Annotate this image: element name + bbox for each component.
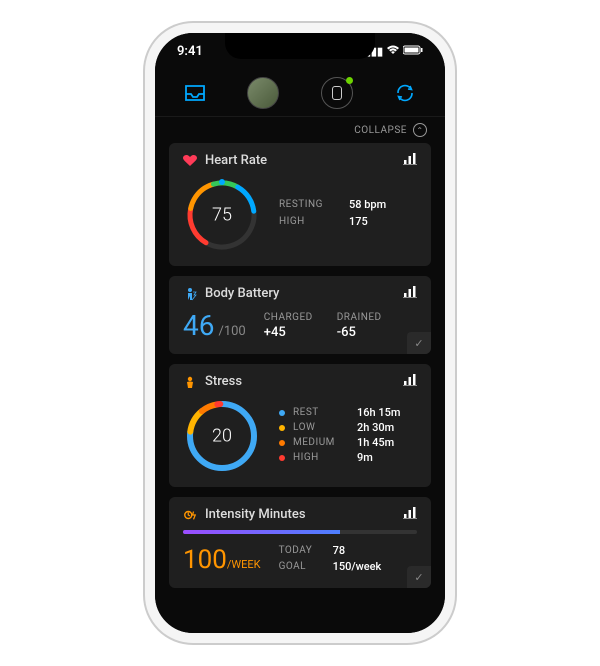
- intensity-icon: [183, 508, 197, 522]
- card-header: Heart Rate: [183, 153, 417, 168]
- heart-rate-value: 75: [212, 205, 232, 226]
- sync-icon[interactable]: [394, 82, 416, 104]
- chart-icon[interactable]: [403, 507, 417, 522]
- body-battery-icon: [183, 287, 197, 301]
- legend-medium: MEDIUM 1h 45m: [279, 436, 417, 449]
- intensity-progress-bar: [183, 530, 417, 534]
- notch: [225, 33, 375, 59]
- card-header: Stress: [183, 374, 417, 389]
- goal-value: 150/week: [333, 560, 382, 573]
- intensity-value: 100: [183, 545, 227, 575]
- heart-icon: [183, 154, 197, 168]
- heart-rate-ring: 75: [183, 176, 261, 254]
- stress-title: Stress: [205, 374, 242, 389]
- stress-value: 20: [212, 426, 232, 447]
- chevron-up-icon: ⌃: [413, 123, 427, 137]
- resting-value: 58 bpm: [349, 198, 386, 211]
- stress-ring: 20: [183, 397, 261, 475]
- legend-high: HIGH 9m: [279, 451, 417, 464]
- heart-rate-card[interactable]: Heart Rate: [169, 143, 431, 266]
- body-battery-value: 46: [183, 309, 214, 342]
- chart-icon[interactable]: [403, 153, 417, 168]
- body-battery-max: /100: [218, 324, 245, 339]
- collapse-label: COLLAPSE: [354, 125, 407, 136]
- resting-label: RESTING: [279, 199, 349, 210]
- device-icon[interactable]: [321, 77, 353, 109]
- high-label: HIGH: [279, 216, 349, 227]
- inbox-icon[interactable]: [184, 82, 206, 104]
- avatar[interactable]: [247, 77, 279, 109]
- screen: 9:41 ▮▮▮▮: [155, 33, 445, 633]
- intensity-title: Intensity Minutes: [205, 507, 306, 522]
- stress-legend: REST 16h 15m LOW 2h 30m MEDIUM 1h 45m: [279, 406, 417, 466]
- drained-value: -65: [337, 325, 382, 340]
- intensity-card[interactable]: Intensity Minutes 100/WEEK TODAY: [169, 497, 431, 588]
- stress-icon: [183, 375, 197, 389]
- body-battery-title: Body Battery: [205, 286, 279, 301]
- intensity-unit: /WEEK: [227, 558, 261, 571]
- nav-bar: [155, 69, 445, 117]
- collapse-toggle[interactable]: COLLAPSE ⌃: [155, 117, 445, 143]
- checkmark-icon[interactable]: ✓: [407, 566, 431, 588]
- chart-icon[interactable]: [403, 286, 417, 301]
- card-header: Body Battery: [183, 286, 417, 301]
- today-value: 78: [333, 544, 346, 557]
- card-header: Intensity Minutes: [183, 507, 417, 522]
- device-status-dot: [346, 77, 353, 84]
- wifi-icon: [386, 45, 400, 58]
- status-time: 9:41: [177, 44, 203, 59]
- legend-low: LOW 2h 30m: [279, 421, 417, 434]
- charged-label: CHARGED: [264, 312, 313, 323]
- drained-label: DRAINED: [337, 312, 382, 323]
- body-battery-card[interactable]: Body Battery 46 /100 CHARGED +45: [169, 276, 431, 354]
- heart-rate-stats: RESTING 58 bpm HIGH 175: [279, 198, 417, 232]
- charged-value: +45: [264, 325, 313, 340]
- stress-card[interactable]: Stress 20: [169, 364, 431, 487]
- chart-icon[interactable]: [403, 374, 417, 389]
- goal-label: GOAL: [279, 561, 333, 572]
- today-label: TODAY: [279, 545, 333, 556]
- body-battery-stats: CHARGED +45 DRAINED -65: [264, 312, 382, 340]
- checkmark-icon[interactable]: ✓: [407, 332, 431, 354]
- cards-container: Heart Rate: [155, 143, 445, 588]
- intensity-stats: TODAY 78 GOAL 150/week: [279, 544, 417, 576]
- phone-frame: 9:41 ▮▮▮▮: [145, 23, 455, 643]
- battery-icon: [403, 45, 423, 58]
- legend-rest: REST 16h 15m: [279, 406, 417, 419]
- high-value: 175: [349, 215, 368, 228]
